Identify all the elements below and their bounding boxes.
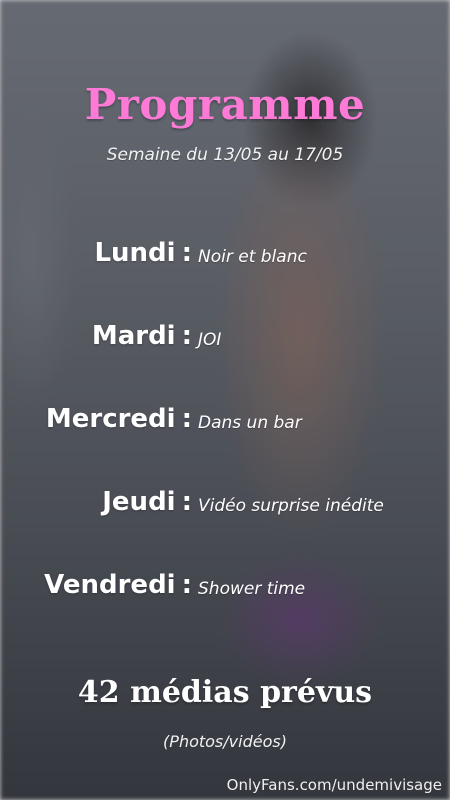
- day-colon: :: [181, 238, 192, 268]
- schedule-row-friday: Vendredi: Shower time: [0, 570, 450, 653]
- media-count-heading: 42 médias prévus: [77, 675, 373, 710]
- day-colon: :: [181, 404, 192, 434]
- day-colon: :: [181, 321, 192, 351]
- day-colon: :: [181, 570, 192, 600]
- day-activity: JOI: [198, 330, 222, 350]
- day-label: Jeudi:: [102, 487, 192, 517]
- day-label: Vendredi:: [44, 570, 192, 600]
- day-label: Mercredi:: [46, 404, 192, 434]
- schedule-row-thursday: Jeudi: Vidéo surprise inédite: [0, 487, 450, 570]
- site-watermark: OnlyFans.com/undemivisage: [226, 776, 442, 794]
- day-activity: Noir et blanc: [198, 247, 307, 267]
- schedule-row-tuesday: Mardi: JOI: [0, 321, 450, 404]
- weekly-schedule: Lundi: Noir et blanc Mardi: JOI Mercredi…: [0, 238, 450, 653]
- day-label: Lundi:: [94, 238, 192, 268]
- day-activity: Vidéo surprise inédite: [198, 496, 384, 516]
- day-name: Mardi: [91, 321, 176, 351]
- media-type-note: (Photos/vidéos): [163, 732, 287, 751]
- day-name: Mercredi: [45, 404, 176, 434]
- page-title: Programme: [84, 80, 366, 129]
- day-activity: Shower time: [198, 579, 306, 599]
- day-activity: Dans un bar: [198, 413, 302, 433]
- day-name: Vendredi: [44, 570, 176, 600]
- schedule-row-monday: Lundi: Noir et blanc: [0, 238, 450, 321]
- day-colon: :: [181, 487, 192, 517]
- schedule-row-wednesday: Mercredi: Dans un bar: [0, 404, 450, 487]
- day-name: Jeudi: [102, 487, 176, 517]
- week-subtitle: Semaine du 13/05 au 17/05: [106, 145, 344, 165]
- day-name: Lundi: [94, 238, 176, 268]
- day-label: Mardi:: [92, 321, 192, 351]
